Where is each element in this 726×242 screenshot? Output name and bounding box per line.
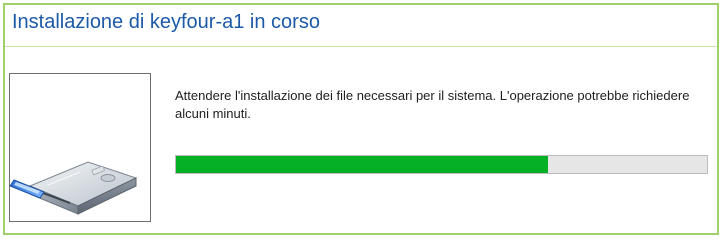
status-message: Attendere l'installazione dei file neces…: [175, 88, 690, 121]
disk-drive-install-icon: [9, 161, 138, 215]
illustration-panel: [9, 73, 151, 222]
installer-window: Installazione di keyfour-a1 in corso Att…: [3, 3, 719, 235]
window-title: Installazione di keyfour-a1 in corso: [12, 11, 320, 33]
progress-bar: [175, 155, 708, 174]
content-area: Attendere l'installazione dei file neces…: [5, 47, 717, 233]
progress-fill: [176, 156, 548, 173]
